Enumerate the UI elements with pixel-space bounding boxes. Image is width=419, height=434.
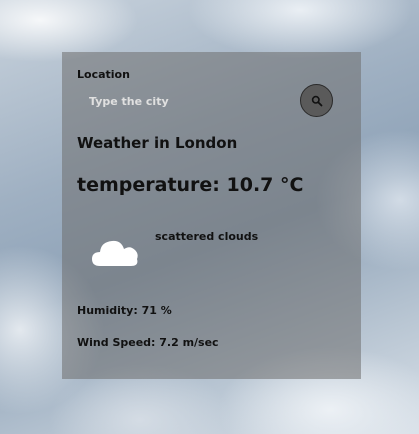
humidity-value: Humidity: 71 % [77, 304, 172, 317]
search-icon [311, 95, 322, 106]
temperature-value: temperature: 10.7 °C [77, 174, 304, 196]
wind-speed-value: Wind Speed: 7.2 m/sec [77, 336, 219, 349]
weather-card: Location Weather in London temperature: … [62, 52, 361, 379]
city-heading: Weather in London [77, 134, 238, 152]
search-button[interactable] [300, 84, 333, 117]
location-label: Location [77, 68, 130, 81]
scattered-clouds-icon [92, 240, 138, 266]
weather-description: scattered clouds [155, 230, 259, 243]
city-search-input[interactable] [77, 90, 277, 112]
